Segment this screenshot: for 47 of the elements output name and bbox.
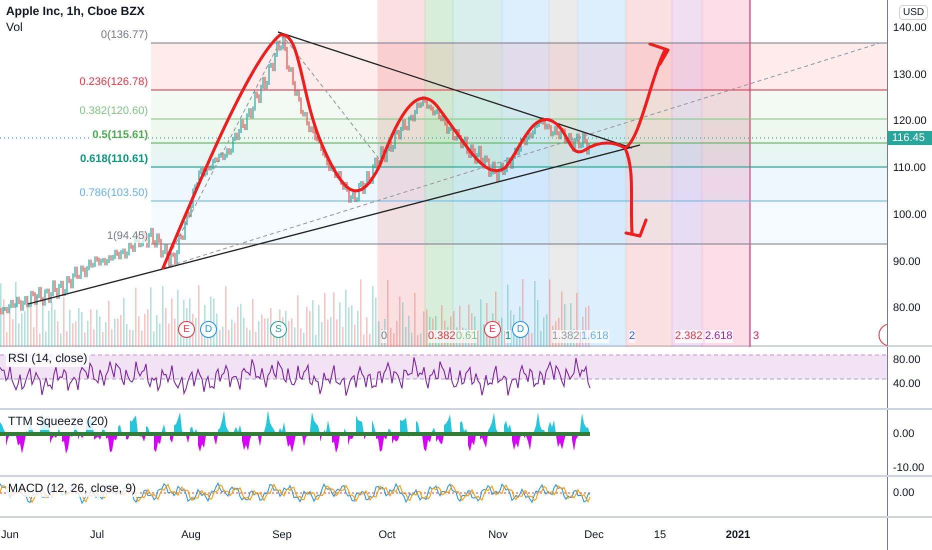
time-axis-label: Dec <box>584 528 604 543</box>
price-axis-label: 80.00 <box>893 302 921 314</box>
event-marker[interactable]: E <box>178 321 195 338</box>
fib-level-label: 0.5(115.61) <box>92 129 148 142</box>
event-marker[interactable]: D <box>512 321 529 338</box>
fib-level-label: 0.786(103.50) <box>80 187 148 200</box>
fib-time-label: 2 <box>629 330 636 343</box>
fib-level-label: 0(136.77) <box>100 29 148 42</box>
symbol-title: Apple Inc, 1h, Cboe BZX <box>6 3 145 19</box>
event-marker[interactable]: S <box>270 321 287 338</box>
fib-level-label: 1(94.45) <box>107 230 148 243</box>
price-axis-label: 90.00 <box>893 256 921 268</box>
price-axis-label: 130.00 <box>893 68 927 81</box>
time-axis-label: Sep <box>272 528 292 543</box>
fib-time-label: 1.382 <box>552 330 580 343</box>
fib-time-label: 0.61 <box>456 330 478 343</box>
price-axis-label: 110.00 <box>893 162 926 174</box>
price-axis-label: 120.00 <box>893 115 927 128</box>
indicator-axis-label: 40.00 <box>893 378 921 390</box>
time-axis-label: Jun <box>1 528 19 543</box>
event-marker[interactable]: D <box>200 321 217 338</box>
fib-time-label: 1 <box>505 330 512 343</box>
time-axis-label: Jul <box>90 528 104 543</box>
fib-time-label: 2.382 <box>675 330 703 343</box>
fib-time-label: 2.618 <box>705 330 733 343</box>
time-axis-label: 15 <box>654 528 666 543</box>
indicator-title: TTM Squeeze (20) <box>6 412 110 430</box>
indicator-axis-label: -10.00 <box>893 462 924 474</box>
time-axis-label: Aug <box>181 528 201 543</box>
indicator-axis-label: 0.00 <box>893 428 914 440</box>
volume-label: Vol <box>6 19 24 35</box>
fib-time-label: 0.382 <box>428 330 456 343</box>
fib-level-label: 0.236(126.78) <box>80 76 148 89</box>
fib-time-label: 0 <box>381 330 388 343</box>
time-axis-label: 2021 <box>726 528 750 543</box>
fib-level-label: 0.382(120.60) <box>80 105 148 118</box>
time-axis-label: Nov <box>488 528 508 543</box>
fib-level-label: 0.618(110.61) <box>80 153 148 166</box>
currency-badge[interactable]: USD <box>899 5 928 20</box>
price-axis-label: 140.00 <box>893 22 927 34</box>
fib-time-label: 1.618 <box>581 330 609 343</box>
indicator-axis-label: 80.00 <box>893 354 921 366</box>
event-marker[interactable]: E <box>484 321 501 338</box>
last-price-label: 116.45 <box>888 131 932 145</box>
time-axis-label: Oct <box>378 528 396 543</box>
price-axis-label: 100.00 <box>893 208 927 221</box>
indicator-axis-label: 0.00 <box>893 487 914 499</box>
